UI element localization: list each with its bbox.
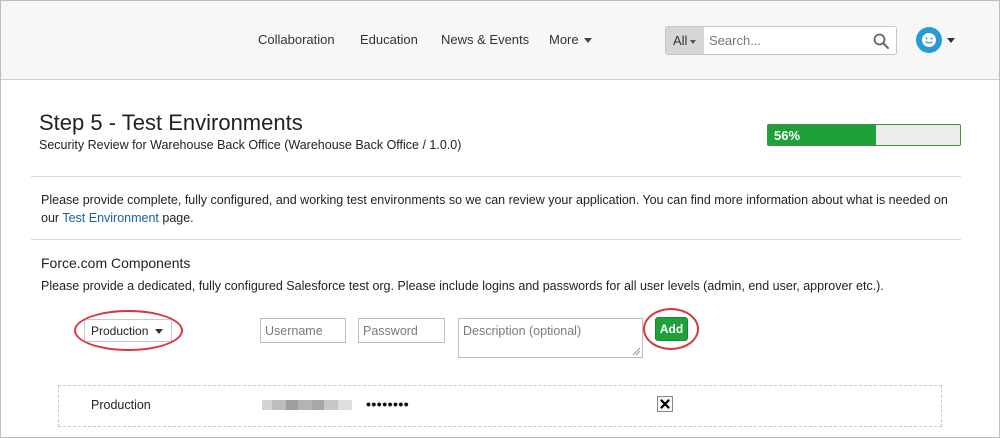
intro-text-end: page. — [158, 211, 194, 225]
test-environment-link[interactable]: Test Environment — [62, 211, 159, 225]
entry-environment: Production — [91, 398, 151, 412]
resize-grip-icon[interactable] — [632, 347, 641, 356]
chevron-down-icon — [690, 39, 697, 44]
close-icon[interactable] — [657, 396, 673, 412]
nav-more[interactable]: More — [549, 32, 592, 47]
section-description: Please provide a dedicated, fully config… — [41, 279, 884, 293]
page-title: Step 5 - Test Environments — [39, 110, 303, 135]
chevron-down-icon — [583, 38, 592, 44]
redacted-username — [262, 400, 352, 410]
nav-education[interactable]: Education — [360, 32, 418, 47]
search-icon[interactable] — [872, 32, 890, 50]
environment-select-value: Production — [91, 324, 149, 338]
add-button[interactable]: Add — [655, 317, 688, 341]
search-scope-label: All — [673, 33, 688, 48]
progress-bar: 56% — [767, 124, 961, 146]
password-input[interactable] — [358, 318, 445, 343]
divider — [31, 239, 961, 240]
description-input[interactable] — [458, 318, 643, 358]
nav-collaboration[interactable]: Collaboration — [258, 32, 335, 47]
search-input[interactable] — [705, 27, 865, 54]
progress-label: 56% — [774, 128, 801, 143]
search-bar: All — [665, 26, 897, 55]
page-subtitle: Security Review for Warehouse Back Offic… — [39, 138, 462, 152]
chevron-down-icon[interactable] — [947, 38, 955, 43]
search-scope-dropdown[interactable]: All — [666, 27, 704, 54]
chevron-down-icon — [155, 329, 164, 335]
intro-text: Please provide complete, fully configure… — [41, 191, 951, 227]
environment-entry-row — [58, 385, 942, 427]
nav-more-label: More — [549, 32, 579, 47]
top-header: Collaboration Education News & Events Mo… — [1, 1, 999, 80]
username-input[interactable] — [260, 318, 346, 343]
user-avatar-icon[interactable] — [916, 27, 942, 53]
environment-select[interactable]: Production — [84, 319, 172, 342]
section-title: Force.com Components — [41, 255, 191, 271]
nav-news-events[interactable]: News & Events — [441, 32, 529, 47]
divider — [31, 176, 961, 177]
entry-password: •••••••• — [366, 396, 410, 412]
